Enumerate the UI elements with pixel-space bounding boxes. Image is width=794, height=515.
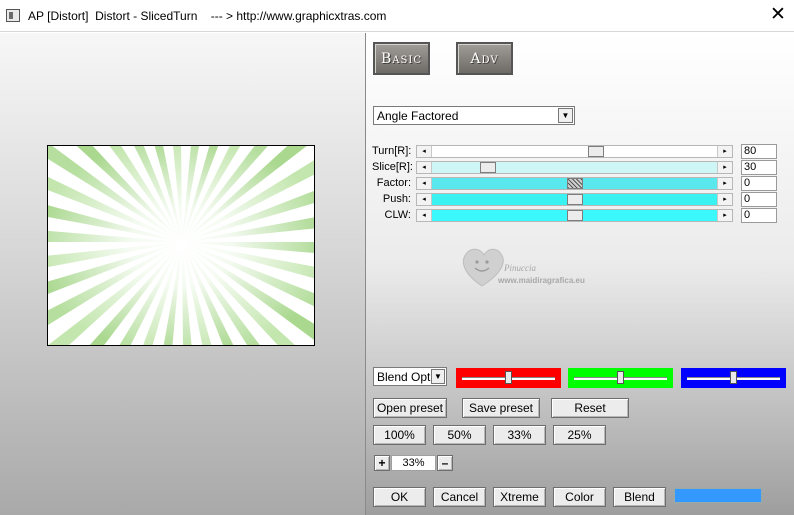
- zoom-out-button[interactable]: –: [437, 455, 453, 471]
- zoom-100-button[interactable]: 100%: [373, 425, 426, 445]
- push-slider[interactable]: ◂ ▸: [416, 193, 733, 206]
- scroll-right-icon[interactable]: ▸: [717, 194, 732, 205]
- mode-select[interactable]: Angle Factored ▼: [373, 106, 575, 125]
- scroll-left-icon[interactable]: ◂: [417, 210, 432, 221]
- blend-options-select[interactable]: Blend Options ▼: [373, 367, 447, 386]
- scroll-right-icon[interactable]: ▸: [717, 178, 732, 189]
- zoom-50-button[interactable]: 50%: [433, 425, 486, 445]
- zoom-33-button[interactable]: 33%: [493, 425, 546, 445]
- mode-select-value: Angle Factored: [377, 109, 459, 123]
- turnr-value-field[interactable]: 80: [741, 144, 777, 159]
- close-icon[interactable]: ✕: [770, 4, 786, 26]
- green-slider-thumb[interactable]: [617, 371, 624, 384]
- scroll-right-icon[interactable]: ▸: [717, 162, 732, 173]
- save-preset-button[interactable]: Save preset: [462, 398, 540, 418]
- slicer-label: Slice[R]:: [372, 161, 413, 173]
- turnr-slider[interactable]: ◂ ▸: [416, 145, 733, 158]
- xtreme-button[interactable]: Xtreme: [493, 487, 546, 507]
- blend-options-value: Blend Options: [377, 370, 433, 384]
- turnr-slider-thumb[interactable]: [588, 146, 604, 157]
- blue-channel-slider[interactable]: [681, 368, 786, 388]
- scroll-right-icon[interactable]: ▸: [717, 146, 732, 157]
- factor-value-field[interactable]: 0: [741, 176, 777, 191]
- blend-color-swatch[interactable]: [674, 488, 762, 503]
- clw-label: CLW:: [384, 209, 412, 221]
- slicer-slider[interactable]: ◂ ▸: [416, 161, 733, 174]
- app-icon: [6, 9, 20, 22]
- red-channel-slider[interactable]: [456, 368, 561, 388]
- window-title: AP [Distort] Distort - SlicedTurn --- > …: [28, 9, 387, 23]
- watermark-site: www.maidiragrafica.eu: [497, 276, 585, 285]
- zoom-25-button[interactable]: 25%: [553, 425, 606, 445]
- slicer-slider-thumb[interactable]: [480, 162, 496, 173]
- slicer-value-field[interactable]: 30: [741, 160, 777, 175]
- blend-button[interactable]: Blend: [613, 487, 666, 507]
- zoom-in-button[interactable]: +: [374, 455, 390, 471]
- zoom-level-field[interactable]: 33%: [391, 455, 436, 471]
- push-slider-thumb[interactable]: [567, 194, 583, 205]
- watermark-name: Pinuccia: [503, 263, 536, 273]
- ok-button[interactable]: OK: [373, 487, 426, 507]
- preview-image: [47, 145, 315, 346]
- clw-value-field[interactable]: 0: [741, 208, 777, 223]
- clw-slider[interactable]: ◂ ▸: [416, 209, 733, 222]
- factor-slider[interactable]: ◂ ▸: [416, 177, 733, 190]
- tab-adv[interactable]: Adv: [456, 42, 513, 75]
- scroll-left-icon[interactable]: ◂: [417, 146, 432, 157]
- red-slider-thumb[interactable]: [505, 371, 512, 384]
- push-value-field[interactable]: 0: [741, 192, 777, 207]
- reset-button[interactable]: Reset: [551, 398, 629, 418]
- starburst-preview: [48, 146, 314, 345]
- scroll-right-icon[interactable]: ▸: [717, 210, 732, 221]
- tab-basic[interactable]: Basic: [373, 42, 430, 75]
- factor-label: Factor:: [376, 177, 411, 189]
- chevron-down-icon[interactable]: ▼: [558, 108, 573, 123]
- title-bar: AP [Distort] Distort - SlicedTurn --- > …: [0, 0, 794, 32]
- open-preset-button[interactable]: Open preset: [373, 398, 447, 418]
- push-label: Push:: [382, 193, 411, 205]
- blue-slider-thumb[interactable]: [730, 371, 737, 384]
- cancel-button[interactable]: Cancel: [433, 487, 486, 507]
- scroll-left-icon[interactable]: ◂: [417, 178, 432, 189]
- scroll-left-icon[interactable]: ◂: [417, 194, 432, 205]
- green-channel-slider[interactable]: [568, 368, 673, 388]
- factor-slider-thumb[interactable]: [567, 178, 583, 189]
- color-button[interactable]: Color: [553, 487, 606, 507]
- scroll-left-icon[interactable]: ◂: [417, 162, 432, 173]
- watermark-logo: Pinuccia www.maidiragrafica.eu: [462, 248, 585, 287]
- turnr-label: Turn[R]:: [372, 145, 412, 157]
- clw-slider-thumb[interactable]: [567, 210, 583, 221]
- chevron-down-icon[interactable]: ▼: [431, 369, 445, 384]
